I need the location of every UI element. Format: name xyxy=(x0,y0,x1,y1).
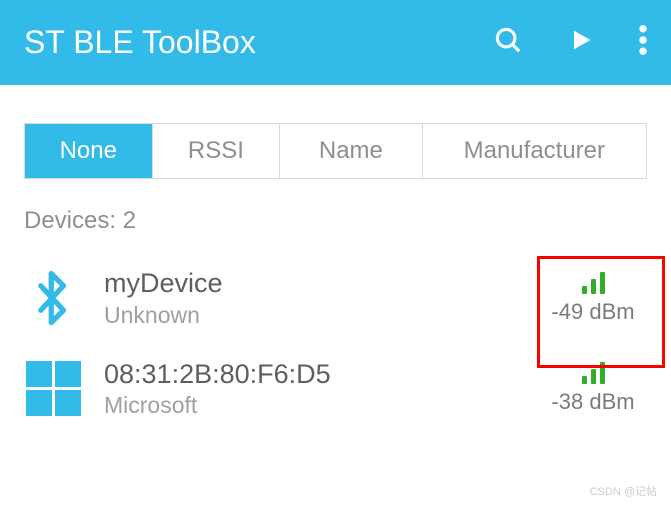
filter-tab-name[interactable]: Name xyxy=(280,124,422,178)
signal-indicator: -38 dBm xyxy=(539,362,647,415)
device-info: 08:31:2B:80:F6:D5 Microsoft xyxy=(104,358,539,421)
device-info: myDevice Unknown xyxy=(104,267,539,330)
search-icon[interactable] xyxy=(493,25,523,60)
signal-bars-icon xyxy=(582,272,605,294)
filter-tabs: None RSSI Name Manufacturer xyxy=(24,123,647,179)
filter-tab-rssi[interactable]: RSSI xyxy=(153,124,281,178)
windows-icon xyxy=(24,360,82,418)
device-vendor: Microsoft xyxy=(104,391,539,420)
watermark: CSDN @记帖 xyxy=(590,483,657,499)
device-vendor: Unknown xyxy=(104,301,539,330)
play-icon[interactable] xyxy=(567,26,595,59)
signal-indicator: -49 dBm xyxy=(539,272,647,325)
app-header: ST BLE ToolBox xyxy=(0,0,671,85)
filter-tab-manufacturer[interactable]: Manufacturer xyxy=(423,124,646,178)
rssi-value: -49 dBm xyxy=(539,299,647,325)
signal-bars-icon xyxy=(582,362,605,384)
device-name: 08:31:2B:80:F6:D5 xyxy=(104,358,539,392)
rssi-value: -38 dBm xyxy=(539,389,647,415)
device-name: myDevice xyxy=(104,267,539,301)
device-row[interactable]: myDevice Unknown -49 dBm xyxy=(0,253,671,344)
header-actions xyxy=(493,25,647,60)
filter-tab-none[interactable]: None xyxy=(25,124,153,178)
devices-count: Devices: 2 xyxy=(24,207,647,235)
more-icon[interactable] xyxy=(639,25,647,60)
app-title: ST BLE ToolBox xyxy=(24,24,493,61)
device-row[interactable]: 08:31:2B:80:F6:D5 Microsoft -38 dBm xyxy=(0,344,671,435)
bluetooth-icon xyxy=(24,269,82,327)
